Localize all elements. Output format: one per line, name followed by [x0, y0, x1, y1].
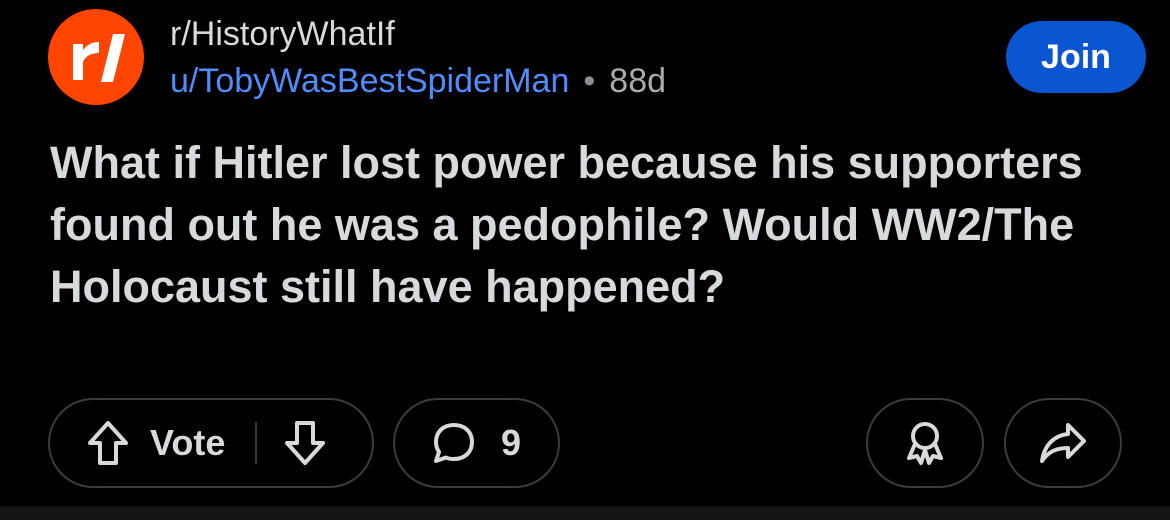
comment-count: 9	[501, 422, 522, 463]
arrow-up-icon	[86, 419, 130, 467]
post-age: 88d	[609, 62, 667, 100]
post-meta: u/TobyWasBestSpiderMan • 88d	[170, 61, 666, 101]
reddit-r-logo-icon	[61, 22, 131, 92]
author-username[interactable]: u/TobyWasBestSpiderMan	[170, 62, 569, 100]
vote-label: Vote	[150, 422, 226, 463]
award-icon	[901, 418, 949, 468]
vote-divider	[255, 422, 258, 464]
post-title[interactable]: What if Hitler lost power because his su…	[50, 132, 1130, 318]
subreddit-name[interactable]: r/HistoryWhatIf	[170, 14, 395, 54]
subreddit-avatar[interactable]	[48, 9, 144, 105]
upvote-button[interactable]: Vote	[86, 419, 225, 467]
arrow-down-icon	[283, 419, 327, 467]
comment-button-inner: 9	[431, 420, 521, 466]
post-card[interactable]: r/HistoryWhatIf u/TobyWasBestSpiderMan • 8…	[0, 0, 1170, 506]
comment-bubble-icon	[431, 420, 477, 466]
award-button[interactable]	[866, 398, 984, 488]
comments-button[interactable]: 9	[393, 398, 560, 488]
join-button[interactable]: Join	[1006, 21, 1146, 93]
share-icon	[1038, 421, 1088, 465]
downvote-button[interactable]	[283, 419, 327, 467]
meta-separator: •	[583, 62, 596, 100]
share-button[interactable]	[1004, 398, 1122, 488]
bottom-divider-strip	[0, 506, 1170, 520]
vote-bar: Vote	[48, 398, 374, 488]
